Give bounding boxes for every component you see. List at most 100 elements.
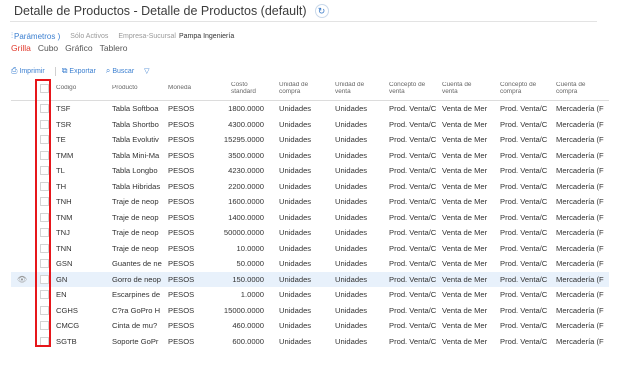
cell-concepto-compra: Prod. Venta/C <box>500 119 548 129</box>
cell-concepto-compra: Prod. Venta/C <box>500 259 548 269</box>
cell-unidad-compra: Unidades <box>279 181 312 191</box>
cell-unidad-venta: Unidades <box>335 119 368 129</box>
cell-cuenta-venta: Venta de Mer <box>442 166 488 176</box>
cell-concepto-venta: Prod. Venta/C <box>389 181 437 191</box>
cell-codigo: GSN <box>56 259 73 269</box>
table-row[interactable]: TL Tabla Longbo PESOS 4230.0000 Unidades Unid… <box>11 163 609 179</box>
cell-producto: Guantes de ne <box>112 259 162 269</box>
cell-cuenta-compra: Mercadería (F <box>556 274 604 284</box>
cell-cuenta-compra: Mercadería (F <box>556 243 604 253</box>
cell-unidad-venta: Unidades <box>335 166 368 176</box>
cell-producto: Tabla Shortbo <box>112 119 159 129</box>
table-row[interactable]: CGHS C?ra GoPro H PESOS 15000.0000 Unidades U… <box>11 303 609 319</box>
table-row[interactable]: TNJ Traje de neop PESOS 50000.0000 Unidades U… <box>11 225 609 241</box>
column-header[interactable]: Codigo <box>56 85 106 92</box>
cell-costo: 15295.0000 <box>223 135 264 145</box>
print-icon: ⎙ <box>11 66 18 75</box>
cell-costo: 1.0000 <box>240 290 264 300</box>
products-grid: Codigo Producto Moneda Costo standard Un… <box>11 77 609 349</box>
table-row[interactable]: EN Escarpines de PESOS 1.0000 Unidades Unidad… <box>11 287 609 303</box>
cell-moneda: PESOS <box>168 321 195 331</box>
cell-cuenta-venta: Venta de Mer <box>442 243 488 253</box>
table-row[interactable]: TNH Traje de neop PESOS 1600.0000 Unidades Un… <box>11 194 609 210</box>
cell-cuenta-venta: Venta de Mer <box>442 181 488 191</box>
cell-producto: Traje de neop <box>112 228 159 238</box>
cell-unidad-venta: Unidades <box>335 274 368 284</box>
cell-moneda: PESOS <box>168 243 195 253</box>
cell-unidad-compra: Unidades <box>279 197 312 207</box>
cell-concepto-compra: Prod. Venta/C <box>500 305 548 315</box>
column-header[interactable]: Cuenta de venta <box>442 82 480 95</box>
cell-costo: 460.0000 <box>232 321 264 331</box>
print-button[interactable]: ⎙ Imprimir <box>11 66 45 76</box>
table-row[interactable]: TNM Traje de neop PESOS 1400.0000 Unidades Un… <box>11 210 609 226</box>
column-header[interactable]: Concepto de venta <box>389 82 429 95</box>
cell-codigo: TNN <box>56 243 72 253</box>
cell-unidad-compra: Unidades <box>279 336 312 346</box>
table-row[interactable]: TNN Traje de neop PESOS 10.0000 Unidades Unid… <box>11 241 609 257</box>
column-header[interactable]: Cuenta de compra <box>556 82 594 95</box>
cell-unidad-compra: Unidades <box>279 119 312 129</box>
search-button[interactable]: ⌕ Buscar <box>106 66 134 76</box>
cell-costo: 600.0000 <box>232 336 264 346</box>
cell-concepto-venta: Prod. Venta/C <box>389 259 437 269</box>
cell-concepto-compra: Prod. Venta/C <box>500 166 548 176</box>
search-icon: ⌕ <box>105 66 111 75</box>
cell-cuenta-compra: Mercadería (F <box>556 336 604 346</box>
table-row[interactable]: CMCG Cinta de mu? PESOS 460.0000 Unidades Uni… <box>11 318 609 334</box>
column-header[interactable]: Unidad de compra <box>279 82 317 95</box>
table-row[interactable]: TSF Tabla Softboa PESOS 1800.0000 Unidades Un… <box>11 101 609 117</box>
selection-column-highlight <box>35 79 51 347</box>
cell-moneda: PESOS <box>168 336 195 346</box>
param-value-empresa: Pampa Ingeniería <box>178 32 235 40</box>
cell-producto: Traje de neop <box>112 197 159 207</box>
cell-codigo: CGHS <box>56 305 78 315</box>
cell-unidad-venta: Unidades <box>335 228 368 238</box>
cell-moneda: PESOS <box>168 135 195 145</box>
table-row[interactable]: GSN Guantes de ne PESOS 50.0000 Unidades Unid… <box>11 256 609 272</box>
cell-concepto-venta: Prod. Venta/C <box>389 336 437 346</box>
cell-cuenta-venta: Venta de Mer <box>442 228 488 238</box>
table-row[interactable]: TE Tabla Evolutiv PESOS 15295.0000 Unidades U… <box>11 132 609 148</box>
funnel-icon[interactable]: ▽ <box>144 67 149 75</box>
column-header[interactable]: Unidad de venta <box>335 82 369 95</box>
eye-icon[interactable]: 👁 <box>11 275 33 284</box>
cell-unidad-venta: Unidades <box>335 212 368 222</box>
cell-cuenta-compra: Mercadería (F <box>556 259 604 269</box>
cell-moneda: PESOS <box>168 181 195 191</box>
parameters-link[interactable]: ⫶ Parámetros ) <box>11 31 60 41</box>
table-row[interactable]: TSR Tabla Shortbo PESOS 4300.0000 Unidades Un… <box>11 117 609 133</box>
cell-unidad-compra: Unidades <box>279 321 312 331</box>
cell-producto: Cinta de mu? <box>112 321 158 331</box>
cell-cuenta-compra: Mercadería (F <box>556 150 604 160</box>
table-row[interactable]: TMM Tabla Mini-Ma PESOS 3500.0000 Unidades Un… <box>11 148 609 164</box>
cell-costo: 4300.0000 <box>228 119 264 129</box>
cell-concepto-compra: Prod. Venta/C <box>500 135 548 145</box>
cell-cuenta-compra: Mercadería (F <box>556 104 604 114</box>
cell-costo: 15000.0000 <box>223 305 264 315</box>
cell-cuenta-venta: Venta de Mer <box>442 259 488 269</box>
column-header[interactable]: Moneda <box>168 85 213 92</box>
tab-grilla[interactable]: Grilla <box>11 43 31 53</box>
cell-unidad-compra: Unidades <box>279 243 312 253</box>
export-button[interactable]: ⧉ Exportar <box>62 66 96 76</box>
cell-concepto-venta: Prod. Venta/C <box>389 150 437 160</box>
column-header[interactable]: Concepto de compra <box>500 82 540 95</box>
cell-cuenta-compra: Mercadería (F <box>556 119 604 129</box>
tab-tablero[interactable]: Tablero <box>100 43 128 53</box>
refresh-icon[interactable]: ↻ <box>314 4 329 18</box>
cell-concepto-venta: Prod. Venta/C <box>389 135 437 145</box>
table-row[interactable]: TH Tabla Hibridas PESOS 2200.0000 Unidades Un… <box>11 179 609 195</box>
cell-cuenta-venta: Venta de Mer <box>442 197 488 207</box>
column-header[interactable]: Producto <box>112 85 166 92</box>
table-row[interactable]: 👁 GN Gorro de neop PESOS 150.0000 Unidades Uni… <box>11 271 609 287</box>
cell-cuenta-compra: Mercadería (F <box>556 305 604 315</box>
tab-grafico[interactable]: Gráfico <box>65 43 92 53</box>
table-row[interactable]: SGTB Soporte GoPr PESOS 600.0000 Unidades Uni… <box>11 334 609 350</box>
cell-moneda: PESOS <box>168 305 195 315</box>
column-header[interactable]: Costo standard <box>231 82 269 95</box>
cell-costo: 1400.0000 <box>228 212 264 222</box>
title-divider <box>10 21 597 22</box>
cell-costo: 1800.0000 <box>228 104 264 114</box>
tab-cubo[interactable]: Cubo <box>38 43 58 53</box>
